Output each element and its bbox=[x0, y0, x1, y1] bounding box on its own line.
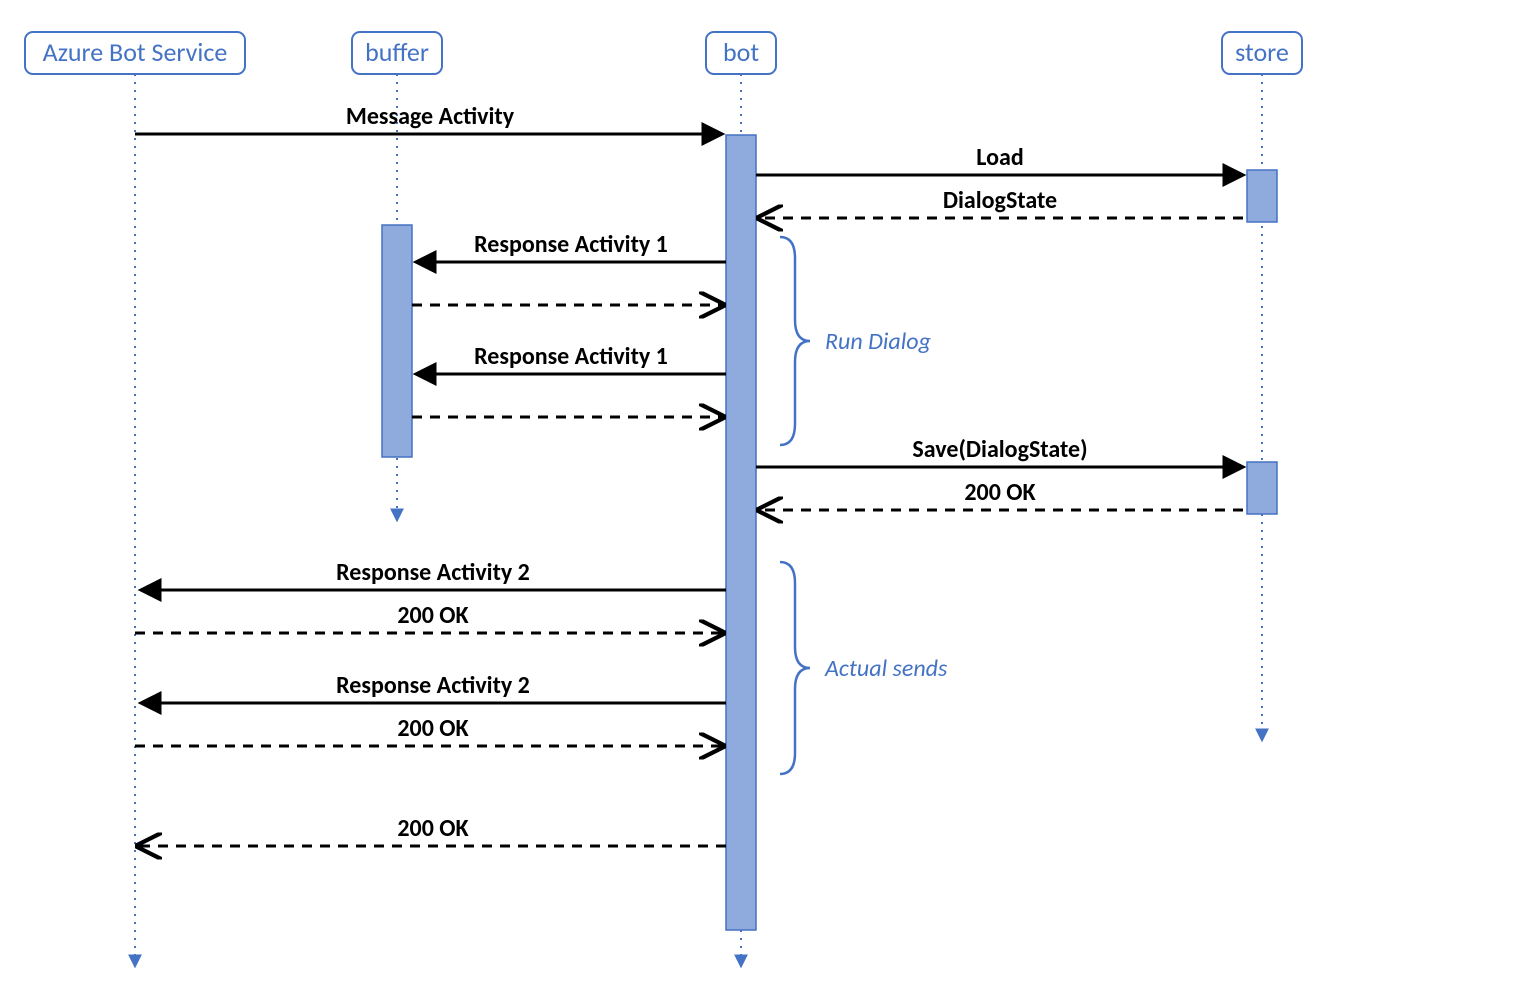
message-save-return-label: 200 OK bbox=[964, 478, 1036, 507]
message-save-label: Save(DialogState) bbox=[912, 435, 1087, 464]
message-save-return: 200 OK bbox=[760, 478, 1243, 510]
brace-run-dialog: Run Dialog bbox=[780, 237, 932, 445]
message-response-2b: Response Activity 2 bbox=[141, 671, 726, 703]
participant-bot-label: bot bbox=[723, 36, 759, 68]
activation-store-load bbox=[1247, 170, 1277, 222]
message-response-2a-return-label: 200 OK bbox=[397, 601, 469, 630]
activation-bot bbox=[726, 135, 756, 930]
participant-buffer-label: buffer bbox=[365, 36, 429, 68]
message-response-2b-return: 200 OK bbox=[135, 714, 722, 746]
message-response-2b-return-label: 200 OK bbox=[397, 714, 469, 743]
message-response-1b: Response Activity 1 bbox=[416, 342, 726, 374]
message-response-1a-label: Response Activity 1 bbox=[474, 230, 668, 259]
participant-store-label: store bbox=[1235, 36, 1289, 68]
participant-buffer: buffer bbox=[352, 32, 442, 74]
message-final-ok-label: 200 OK bbox=[397, 814, 469, 843]
activation-buffer bbox=[382, 225, 412, 457]
message-response-1b-label: Response Activity 1 bbox=[474, 342, 668, 371]
message-response-2a-return: 200 OK bbox=[135, 601, 722, 633]
activation-store-save bbox=[1247, 462, 1277, 514]
message-response-2a: Response Activity 2 bbox=[141, 558, 726, 590]
message-activity: Message Activity bbox=[135, 102, 722, 134]
message-dialog-state-label: DialogState bbox=[943, 186, 1057, 215]
participant-store: store bbox=[1222, 32, 1302, 74]
message-activity-label: Message Activity bbox=[346, 102, 515, 131]
sequence-diagram: Azure Bot Service buffer bot store Messa… bbox=[0, 0, 1540, 1002]
message-response-1a: Response Activity 1 bbox=[416, 230, 726, 262]
participant-azure: Azure Bot Service bbox=[25, 32, 245, 74]
message-load: Load bbox=[756, 143, 1243, 175]
participant-bot: bot bbox=[706, 32, 776, 74]
participant-azure-label: Azure Bot Service bbox=[43, 36, 228, 68]
message-response-2a-label: Response Activity 2 bbox=[336, 558, 530, 587]
message-response-2b-label: Response Activity 2 bbox=[336, 671, 530, 700]
message-dialog-state: DialogState bbox=[760, 186, 1243, 218]
message-load-label: Load bbox=[976, 143, 1023, 172]
brace-actual-sends-label: Actual sends bbox=[824, 654, 948, 683]
message-save: Save(DialogState) bbox=[756, 435, 1243, 467]
brace-actual-sends: Actual sends bbox=[780, 562, 948, 774]
brace-run-dialog-label: Run Dialog bbox=[825, 327, 932, 356]
message-final-ok: 200 OK bbox=[139, 814, 726, 846]
